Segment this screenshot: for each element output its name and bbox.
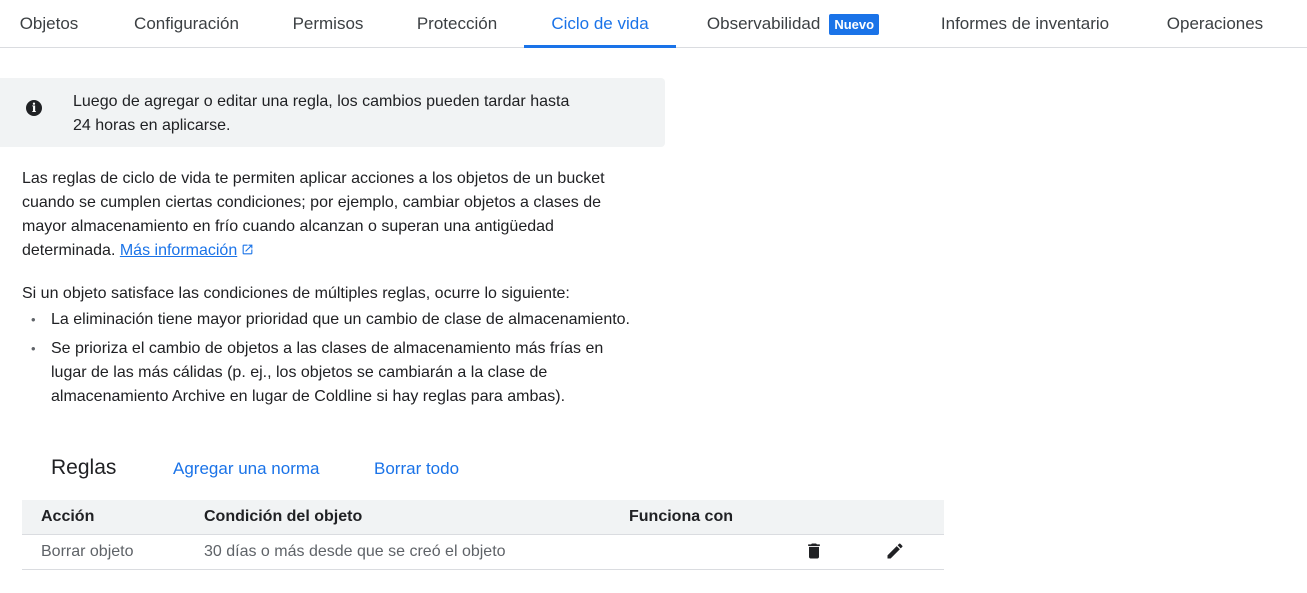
tab-bar: Objetos Configuración Permisos Protecció… <box>0 0 1307 48</box>
tab-informes-de-inventario[interactable]: Informes de inventario <box>916 0 1134 48</box>
tab-label: Informes de inventario <box>940 14 1110 33</box>
tab-objetos[interactable]: Objetos <box>0 0 98 48</box>
tab-permisos[interactable]: Permisos <box>278 0 378 48</box>
tab-configuracion[interactable]: Configuración <box>108 0 265 48</box>
list-item: • La eliminación tiene mayor prioridad qu… <box>22 308 642 332</box>
rules-table: Acción Condición del objeto Funciona con… <box>22 500 944 570</box>
info-banner-line2: 24 horas en aplicarse. <box>73 117 231 134</box>
column-header-action: Acción <box>41 508 95 525</box>
column-header-works-with: Funciona con <box>629 508 733 525</box>
info-banner-line1: Luego de agregar o editar una regla, los… <box>73 93 570 110</box>
intro-text: Las reglas de ciclo de vida te permiten … <box>22 170 605 259</box>
column-header-condition: Condición del objeto <box>204 508 363 525</box>
info-banner: i Luego de agregar o editar una regla, l… <box>0 78 665 147</box>
delete-icon[interactable] <box>804 541 824 561</box>
new-badge: Nuevo <box>829 13 880 35</box>
tab-label: Objetos <box>19 14 79 33</box>
tab-label: Permisos <box>292 14 364 33</box>
info-banner-text: Luego de agregar o editar una regla, los… <box>73 90 633 138</box>
add-rule-button[interactable]: Agregar una norma <box>173 459 319 479</box>
table-row: Borrar objeto 30 días o más desde que se… <box>22 535 944 570</box>
priority-list: • La eliminación tiene mayor prioridad qu… <box>22 308 642 414</box>
learn-more-link[interactable]: Más información <box>120 242 237 259</box>
tab-label: Ciclo de vida <box>551 14 649 33</box>
clear-all-button[interactable]: Borrar todo <box>374 459 459 479</box>
tab-observabilidad[interactable]: Observabilidad Nuevo <box>686 0 900 48</box>
tab-label: Observabilidad <box>706 14 821 33</box>
lifecycle-intro: Las reglas de ciclo de vida te permiten … <box>22 167 642 263</box>
tab-operaciones[interactable]: Operaciones <box>1148 0 1282 48</box>
list-item-text: Se prioriza el cambio de objetos a las c… <box>51 340 604 405</box>
tab-label: Protección <box>416 14 498 33</box>
tab-label: Operaciones <box>1166 14 1264 33</box>
tab-label: Configuración <box>134 14 239 33</box>
bullet: • <box>31 341 36 356</box>
cell-action: Borrar objeto <box>41 543 134 560</box>
cell-condition: 30 días o más desde que se creó el objet… <box>204 543 506 560</box>
edit-icon[interactable] <box>885 541 905 561</box>
external-link-icon <box>242 244 253 255</box>
table-header: Acción Condición del objeto Funciona con <box>22 500 944 535</box>
tab-proteccion[interactable]: Protección <box>398 0 516 48</box>
list-item-text: La eliminación tiene mayor prioridad que… <box>51 311 630 328</box>
multi-rules-heading: Si un objeto satisface las condiciones d… <box>22 285 570 302</box>
rules-title: Reglas <box>51 456 117 479</box>
bullet: • <box>31 312 36 327</box>
info-icon: i <box>26 100 42 116</box>
tab-ciclo-de-vida[interactable]: Ciclo de vida <box>524 0 676 48</box>
list-item: • Se prioriza el cambio de objetos a las … <box>22 337 642 409</box>
